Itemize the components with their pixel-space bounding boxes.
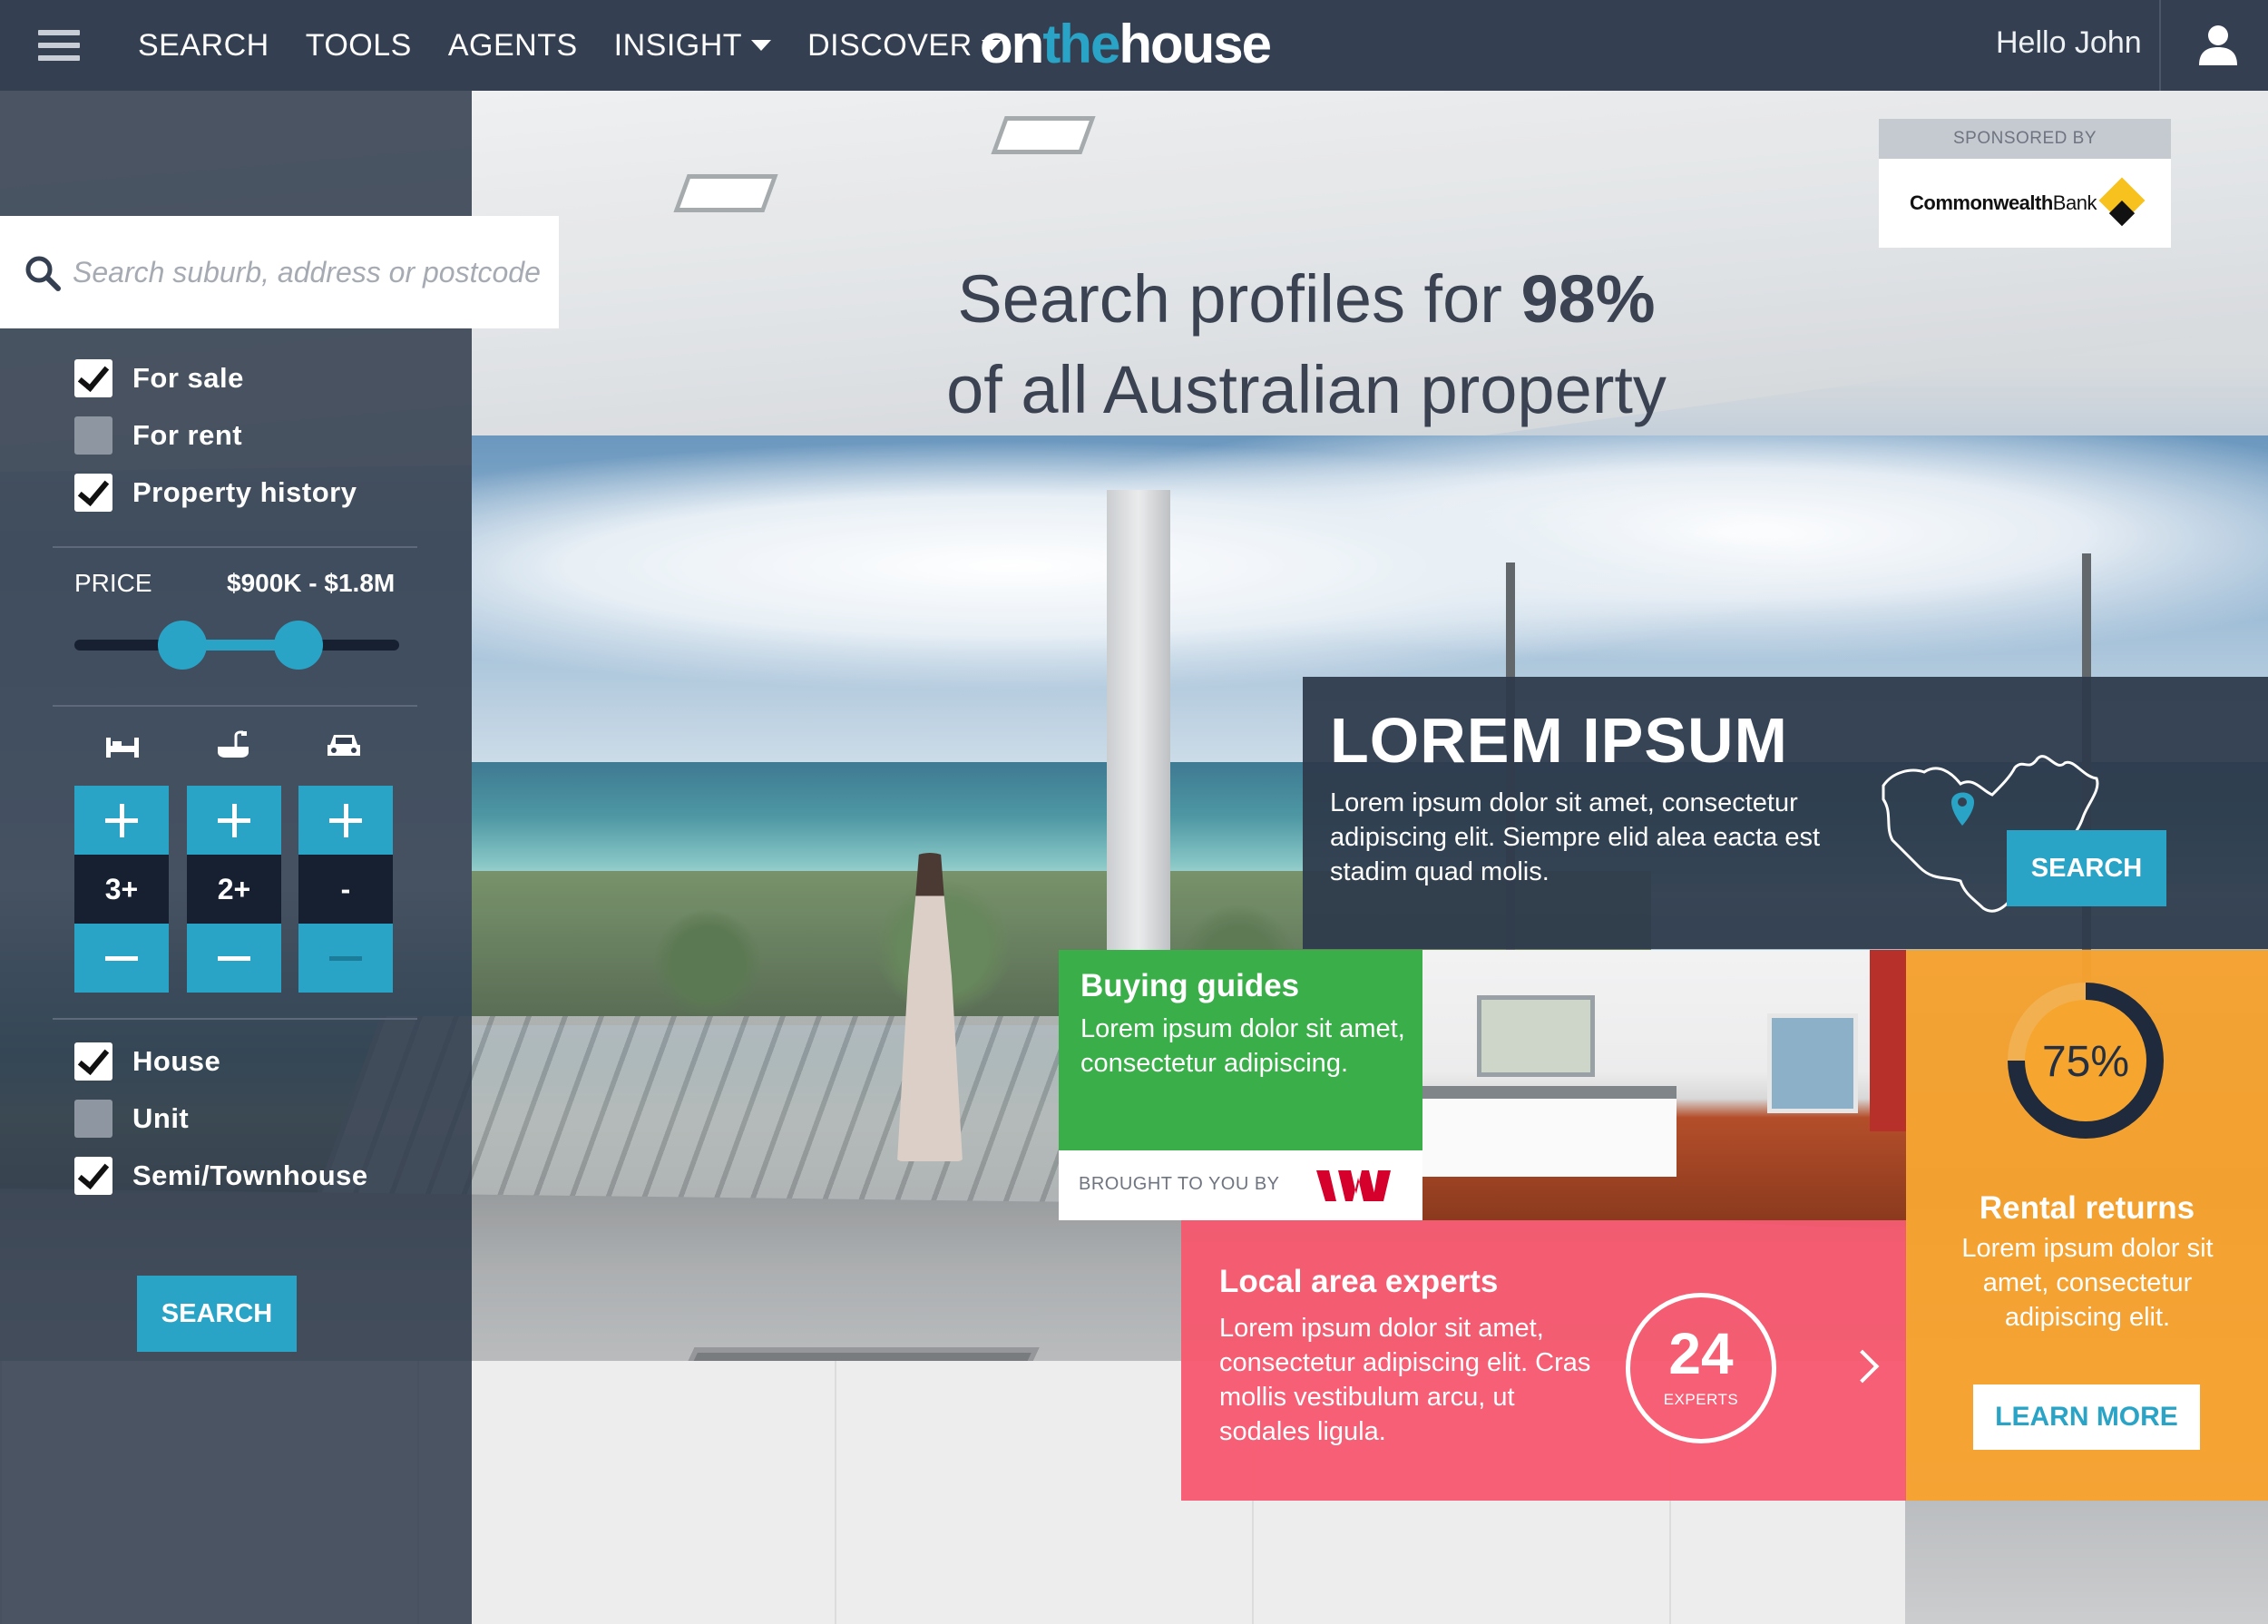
property-history-checkbox[interactable]: Property history <box>74 474 357 512</box>
brought-to-you-by-label: BROUGHT TO YOU BY <box>1079 1174 1280 1194</box>
checkbox-label: For sale <box>132 362 244 394</box>
promo-title: LOREM IPSUM <box>1330 705 1788 776</box>
chevron-down-icon <box>751 40 772 51</box>
checkbox-label: House <box>132 1045 221 1077</box>
checkbox-checked[interactable] <box>74 1042 112 1081</box>
rental-returns-tile: 75% Rental returns Lorem ipsum dolor sit… <box>1906 950 2268 1501</box>
filter-divider <box>53 546 417 548</box>
checkbox-label: Semi/Townhouse <box>132 1159 368 1191</box>
nav-divider <box>2159 0 2161 91</box>
buying-guides-text: Lorem ipsum dolor sit amet, consectetur … <box>1080 1014 1405 1078</box>
semi-townhouse-checkbox[interactable]: Semi/Townhouse <box>74 1157 368 1195</box>
commonwealth-bank-diamond-icon <box>2098 177 2146 224</box>
onthehouse-logo[interactable]: onthehouse <box>980 13 1272 75</box>
price-max-handle[interactable] <box>274 621 323 670</box>
experts-count: 24 <box>1668 1321 1734 1386</box>
chevron-right-icon[interactable] <box>1845 1349 1880 1384</box>
hamburger-menu-icon[interactable] <box>38 30 80 63</box>
bathrooms-decrement-button[interactable] <box>187 924 281 993</box>
bathrooms-stepper: 2+ <box>187 786 281 993</box>
user-account-icon[interactable] <box>2195 24 2241 65</box>
bathrooms-increment-button[interactable] <box>187 786 281 855</box>
location-search-bar <box>0 216 559 328</box>
lorem-ipsum-promo-panel: LOREM IPSUM Lorem ipsum dolor sit amet, … <box>1303 677 2268 949</box>
top-navigation-bar: SEARCH TOOLS AGENTS INSIGHT DISCOVER ont… <box>0 0 2268 91</box>
user-greeting: Hello John <box>1996 25 2142 60</box>
car-icon <box>327 735 360 756</box>
headline-line-1: Search profiles for 98% <box>957 261 1656 337</box>
bedrooms-increment-button[interactable] <box>74 786 169 855</box>
brought-to-you-by-bar: BROUGHT TO YOU BY <box>1059 1150 1422 1220</box>
rental-returns-title: Rental returns <box>1979 1190 2195 1226</box>
bedrooms-stepper: 3+ <box>74 786 169 993</box>
nav-insight-dropdown[interactable]: INSIGHT <box>614 28 772 64</box>
price-range-value: $900K - $1.8M <box>227 569 396 597</box>
checkbox-label: Property history <box>132 476 357 508</box>
bathrooms-value: 2+ <box>187 855 281 924</box>
rental-returns-text: Lorem ipsum dolor sit amet, consectetur … <box>1961 1234 2214 1332</box>
promo-description: Lorem ipsum dolor sit amet, consectetur … <box>1330 788 1821 886</box>
commonwealth-bank-logo: CommonwealthBank <box>1910 191 2097 214</box>
checkbox-checked[interactable] <box>74 474 112 512</box>
for-sale-checkbox[interactable]: For sale <box>74 359 244 397</box>
parking-stepper: - <box>298 786 393 993</box>
bedrooms-decrement-button[interactable] <box>74 924 169 993</box>
nav-links: SEARCH TOOLS AGENTS INSIGHT DISCOVER <box>138 0 1038 91</box>
price-min-handle[interactable] <box>158 621 207 670</box>
hero-headline: Search profiles for 98% of all Australia… <box>816 254 1796 435</box>
checkbox-label: For rent <box>132 419 243 451</box>
kitchen-interior-photo <box>1422 950 1906 1220</box>
nav-discover-dropdown[interactable]: DISCOVER <box>807 28 1002 64</box>
nav-search-link[interactable]: SEARCH <box>138 28 269 64</box>
for-rent-checkbox[interactable]: For rent <box>74 416 242 455</box>
checkbox-unchecked[interactable] <box>74 1100 112 1138</box>
sponsored-by-label: SPONSORED BY <box>1879 119 2171 159</box>
buying-guides-title: Buying guides <box>1080 968 1300 1003</box>
checkbox-checked[interactable] <box>74 1157 112 1195</box>
filter-divider <box>53 1018 417 1020</box>
price-label: PRICE <box>74 569 152 597</box>
parking-value: - <box>298 855 393 924</box>
westpac-logo <box>1316 1170 1391 1201</box>
local-experts-text: Lorem ipsum dolor sit amet, consectetur … <box>1219 1314 1591 1446</box>
filter-search-button[interactable]: SEARCH <box>137 1276 297 1352</box>
sponsor-badge[interactable]: SPONSORED BY CommonwealthBank <box>1879 119 2171 248</box>
parking-increment-button[interactable] <box>298 786 393 855</box>
nav-agents-link[interactable]: AGENTS <box>448 28 578 64</box>
house-checkbox[interactable]: House <box>74 1042 220 1081</box>
search-icon <box>25 256 61 291</box>
experts-count-label: EXPERTS <box>1663 1391 1739 1408</box>
bed-icon <box>106 738 139 758</box>
learn-more-button[interactable]: LEARN MORE <box>1973 1384 2200 1450</box>
promo-search-button[interactable]: SEARCH <box>2007 830 2166 906</box>
bedrooms-value: 3+ <box>74 855 169 924</box>
local-experts-title: Local area experts <box>1219 1264 1499 1299</box>
checkbox-label: Unit <box>132 1102 190 1134</box>
nav-tools-link[interactable]: TOOLS <box>306 28 412 64</box>
local-area-experts-tile[interactable]: Local area experts Lorem ipsum dolor sit… <box>1181 1220 1906 1501</box>
rental-returns-percent: 75% <box>2041 1038 2130 1086</box>
headline-line-2: of all Australian property <box>946 352 1667 427</box>
buying-guides-tile[interactable]: Buying guides Lorem ipsum dolor sit amet… <box>1059 950 1437 1150</box>
checkbox-checked[interactable] <box>74 359 112 397</box>
unit-checkbox[interactable]: Unit <box>74 1100 189 1138</box>
parking-decrement-button[interactable] <box>298 924 393 993</box>
filter-divider <box>53 705 417 707</box>
bath-icon <box>218 730 249 758</box>
location-search-input[interactable] <box>73 243 544 301</box>
checkbox-unchecked[interactable] <box>74 416 112 455</box>
